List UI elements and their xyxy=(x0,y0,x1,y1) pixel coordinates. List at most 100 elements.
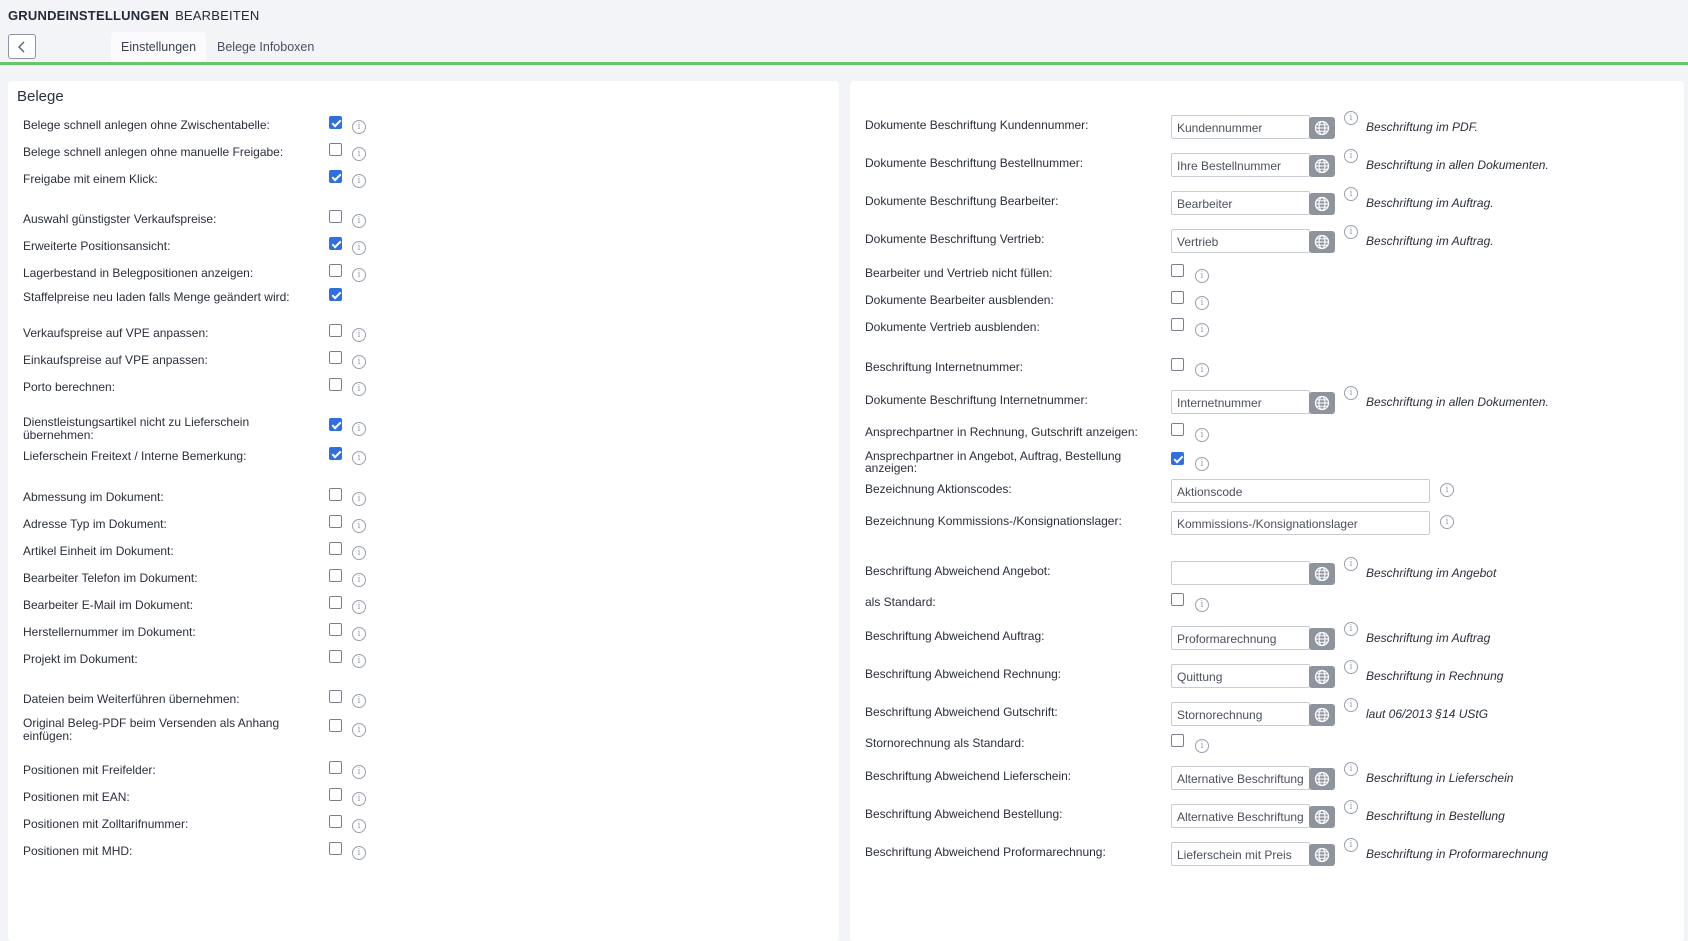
checkbox[interactable] xyxy=(329,378,342,391)
info-icon[interactable]: i xyxy=(1195,598,1209,612)
info-icon[interactable]: i xyxy=(1344,557,1358,571)
info-icon[interactable]: i xyxy=(1344,698,1358,712)
checkbox[interactable] xyxy=(329,690,342,703)
info-icon[interactable]: i xyxy=(352,694,366,708)
info-icon[interactable]: i xyxy=(1195,323,1209,337)
tab-einstellungen[interactable]: Einstellungen xyxy=(111,32,207,63)
checkbox[interactable] xyxy=(329,842,342,855)
checkbox[interactable] xyxy=(329,488,342,501)
checkbox[interactable] xyxy=(329,569,342,582)
info-icon[interactable]: i xyxy=(1440,515,1454,529)
info-icon[interactable]: i xyxy=(352,819,366,833)
label-text-input[interactable]: Kommissions-/Konsignationslager xyxy=(1171,511,1430,535)
translate-globe-button[interactable] xyxy=(1309,563,1335,585)
checkbox[interactable] xyxy=(329,719,342,732)
info-icon[interactable]: i xyxy=(352,654,366,668)
info-icon[interactable]: i xyxy=(1344,386,1358,400)
checkbox[interactable] xyxy=(1171,734,1184,747)
info-icon[interactable]: i xyxy=(1195,296,1209,310)
tab-belege-infoboxen[interactable]: Belege Infoboxen xyxy=(207,32,324,63)
info-icon[interactable]: i xyxy=(352,241,366,255)
info-icon[interactable]: i xyxy=(352,792,366,806)
checkbox[interactable] xyxy=(329,515,342,528)
translate-globe-button[interactable] xyxy=(1309,231,1335,253)
label-text-input[interactable]: Proformarechnung xyxy=(1171,626,1310,650)
info-icon[interactable]: i xyxy=(352,546,366,560)
label-text-input[interactable]: Lieferschein mit Preis xyxy=(1171,842,1310,866)
info-icon[interactable]: i xyxy=(352,492,366,506)
info-icon[interactable]: i xyxy=(352,214,366,228)
info-icon[interactable]: i xyxy=(352,147,366,161)
translate-globe-button[interactable] xyxy=(1309,666,1335,688)
info-icon[interactable]: i xyxy=(352,600,366,614)
info-icon[interactable]: i xyxy=(1440,483,1454,497)
checkbox[interactable] xyxy=(1171,264,1184,277)
label-text-input[interactable]: Alternative Beschriftung xyxy=(1171,804,1310,828)
translate-globe-button[interactable] xyxy=(1309,844,1335,866)
checkbox[interactable] xyxy=(329,815,342,828)
label-text-input[interactable]: Kundennummer xyxy=(1171,115,1310,139)
checkbox[interactable] xyxy=(1171,358,1184,371)
info-icon[interactable]: i xyxy=(1344,187,1358,201)
checkbox[interactable] xyxy=(329,324,342,337)
label-text-input[interactable]: Ihre Bestellnummer xyxy=(1171,153,1310,177)
info-icon[interactable]: i xyxy=(1195,363,1209,377)
checkbox[interactable] xyxy=(329,351,342,364)
info-icon[interactable]: i xyxy=(1344,838,1358,852)
label-text-input[interactable]: Internetnummer xyxy=(1171,390,1310,414)
back-button[interactable] xyxy=(8,34,36,59)
info-icon[interactable]: i xyxy=(352,519,366,533)
info-icon[interactable]: i xyxy=(352,451,366,465)
checkbox[interactable] xyxy=(1171,593,1184,606)
info-icon[interactable]: i xyxy=(1195,739,1209,753)
info-icon[interactable]: i xyxy=(352,328,366,342)
checkbox[interactable] xyxy=(1171,452,1184,465)
checkbox[interactable] xyxy=(329,596,342,609)
info-icon[interactable]: i xyxy=(352,174,366,188)
info-icon[interactable]: i xyxy=(1195,457,1209,471)
label-text-input[interactable]: Alternative Beschriftung xyxy=(1171,766,1310,790)
translate-globe-button[interactable] xyxy=(1309,704,1335,726)
label-text-input[interactable]: Stornorechnung xyxy=(1171,702,1310,726)
translate-globe-button[interactable] xyxy=(1309,806,1335,828)
translate-globe-button[interactable] xyxy=(1309,628,1335,650)
info-icon[interactable]: i xyxy=(1344,225,1358,239)
info-icon[interactable]: i xyxy=(1344,111,1358,125)
checkbox[interactable] xyxy=(1171,423,1184,436)
checkbox[interactable] xyxy=(1171,318,1184,331)
info-icon[interactable]: i xyxy=(352,382,366,396)
checkbox[interactable] xyxy=(329,210,342,223)
info-icon[interactable]: i xyxy=(1344,800,1358,814)
checkbox[interactable] xyxy=(329,418,342,431)
info-icon[interactable]: i xyxy=(1344,622,1358,636)
checkbox[interactable] xyxy=(329,650,342,663)
checkbox[interactable] xyxy=(329,761,342,774)
translate-globe-button[interactable] xyxy=(1309,768,1335,790)
checkbox[interactable] xyxy=(329,237,342,250)
checkbox[interactable] xyxy=(329,288,342,301)
info-icon[interactable]: i xyxy=(1344,660,1358,674)
info-icon[interactable]: i xyxy=(352,120,366,134)
checkbox[interactable] xyxy=(329,170,342,183)
info-icon[interactable]: i xyxy=(352,723,366,737)
info-icon[interactable]: i xyxy=(352,268,366,282)
label-text-input[interactable]: Bearbeiter xyxy=(1171,191,1310,215)
label-text-input[interactable]: Vertrieb xyxy=(1171,229,1310,253)
checkbox[interactable] xyxy=(329,788,342,801)
info-icon[interactable]: i xyxy=(1344,149,1358,163)
info-icon[interactable]: i xyxy=(352,422,366,436)
translate-globe-button[interactable] xyxy=(1309,155,1335,177)
label-text-input[interactable]: Quittung xyxy=(1171,664,1310,688)
info-icon[interactable]: i xyxy=(1195,428,1209,442)
info-icon[interactable]: i xyxy=(352,765,366,779)
info-icon[interactable]: i xyxy=(352,627,366,641)
translate-globe-button[interactable] xyxy=(1309,193,1335,215)
checkbox[interactable] xyxy=(329,264,342,277)
checkbox[interactable] xyxy=(329,623,342,636)
checkbox[interactable] xyxy=(329,143,342,156)
info-icon[interactable]: i xyxy=(1195,269,1209,283)
label-text-input[interactable] xyxy=(1171,561,1310,585)
info-icon[interactable]: i xyxy=(352,355,366,369)
info-icon[interactable]: i xyxy=(352,573,366,587)
checkbox[interactable] xyxy=(1171,291,1184,304)
